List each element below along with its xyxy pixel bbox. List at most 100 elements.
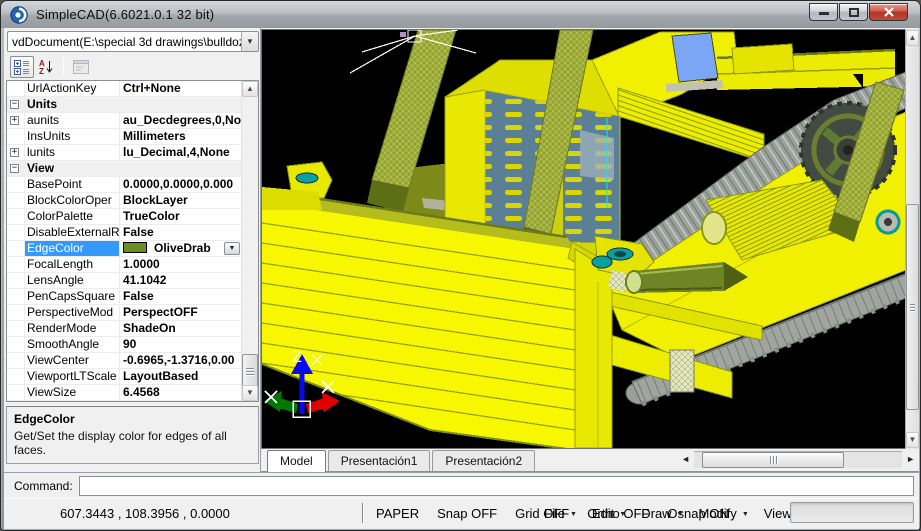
viewport-hscrollbar[interactable] [694,451,902,468]
property-row[interactable]: ViewportLTScaleLayoutBased [7,369,241,385]
axle-boss [877,211,899,233]
property-label[interactable]: ViewCenter [25,353,120,368]
property-label[interactable]: UrlActionKey [25,81,120,96]
property-value[interactable]: TrueColor [120,209,241,224]
categorized-icon [14,59,30,75]
hscroll-right-icon[interactable]: ► [902,449,919,464]
collapse-icon[interactable]: − [10,164,19,173]
property-value[interactable]: 6.4568 [120,385,241,400]
property-row[interactable]: LensAngle41.1042 [7,273,241,289]
property-label[interactable]: InsUnits [25,129,120,144]
property-label[interactable]: FocalLength [25,257,120,272]
property-value[interactable]: OliveDrab▼ [120,241,241,256]
collapse-icon[interactable]: − [10,100,19,109]
property-label[interactable]: LensAngle [25,273,120,288]
row-margin [7,321,25,336]
property-value[interactable]: PerspectOFF [120,305,241,320]
property-label[interactable]: PenCapsSquare [25,289,120,304]
property-value[interactable]: LayoutBased [120,369,241,384]
property-label[interactable]: aunits [25,113,120,128]
menu-modify[interactable]: Modify▼ [699,506,749,521]
tab-model[interactable]: Model [267,450,326,472]
property-row[interactable]: DisableExternalRefeFalse [7,225,241,241]
property-row[interactable]: RenderModeShadeOn [7,321,241,337]
property-value[interactable]: 41.1042 [120,273,241,288]
viewport-3d[interactable]: Z [261,29,907,449]
property-value[interactable]: BlockLayer [120,193,241,208]
menu-draw[interactable]: Draw▼ [641,506,683,521]
property-row[interactable]: BasePoint0.0000,0.0000,0.000 [7,177,241,193]
property-row[interactable]: ViewSize6.4568 [7,385,241,401]
row-margin: + [7,113,25,128]
property-row[interactable]: FocalLength1.0000 [7,257,241,273]
status-toggle-snap-off[interactable]: Snap OFF [437,506,497,521]
property-label[interactable]: EdgeColor [25,241,120,256]
property-row[interactable]: EdgeColorOliveDrab▼ [7,241,241,257]
property-value[interactable]: au_Decdegrees,0,No [120,113,241,128]
property-value[interactable]: 90 [120,337,241,352]
titlebar[interactable]: SimpleCAD(6.6021.0.1 32 bit) [1,1,920,28]
property-label[interactable]: Units [25,97,57,112]
scrollbar-thumb[interactable] [242,354,258,387]
value-dropdown-icon[interactable]: ▼ [224,242,240,255]
property-label[interactable]: PerspectiveMod [25,305,120,320]
category-row[interactable]: −View [7,161,241,177]
viewport-scroll-down-icon[interactable]: ▼ [906,432,919,448]
expand-icon[interactable]: + [10,148,19,157]
property-row[interactable]: + lunitslu_Decimal,4,None [7,145,241,161]
property-label[interactable]: SmoothAngle [25,337,120,352]
scroll-up-icon[interactable]: ▲ [242,81,258,97]
command-input[interactable] [79,476,914,496]
property-row[interactable]: SmoothAngle90 [7,337,241,353]
document-selector[interactable]: vdDocument(E:\special 3d drawings\bulldo… [7,31,259,52]
close-button[interactable] [869,3,908,21]
property-value[interactable]: Ctrl+None [120,81,241,96]
property-label[interactable]: BlockColorOper [25,193,120,208]
viewport-vscrollbar[interactable]: ▲ ▼ [905,29,919,449]
property-label[interactable]: DisableExternalRefe [25,225,120,240]
property-pages-icon [73,60,89,74]
category-row[interactable]: −Units [7,97,241,113]
property-row[interactable]: ColorPaletteTrueColor [7,209,241,225]
property-row[interactable]: + aunitsau_Decdegrees,0,No [7,113,241,129]
property-row[interactable]: ViewCenter-0.6965,-1.3716,0.00 [7,353,241,369]
categorized-view-button[interactable] [10,56,34,78]
property-row[interactable]: InsUnitsMillimeters [7,129,241,145]
tab-presentación2[interactable]: Presentación2 [432,450,535,471]
property-label[interactable]: ColorPalette [25,209,120,224]
hscroll-left-icon[interactable]: ◄ [677,449,694,464]
menu-file[interactable]: File▼ [544,506,577,521]
viewport-vscroll-thumb[interactable] [906,204,919,410]
alphabetical-sort-button[interactable]: A Z [34,56,58,78]
expand-icon[interactable]: + [10,116,19,125]
property-value[interactable]: 1.0000 [120,257,241,272]
tab-presentación1[interactable]: Presentación1 [328,450,431,471]
viewport-scroll-up-icon[interactable]: ▲ [906,30,919,46]
property-label[interactable]: lunits [25,145,120,160]
minimize-button[interactable] [809,3,838,21]
viewport-hscroll-thumb[interactable] [702,452,844,468]
property-label[interactable]: BasePoint [25,177,120,192]
maximize-button[interactable] [839,3,868,21]
scroll-down-icon[interactable]: ▼ [242,385,258,401]
property-pages-button[interactable] [69,56,93,78]
property-value[interactable]: Millimeters [120,129,241,144]
menu-edit[interactable]: Edit▼ [592,506,626,521]
property-label[interactable]: RenderMode [25,321,120,336]
property-value[interactable]: False [120,225,241,240]
property-row[interactable]: UrlActionKeyCtrl+None [7,81,241,97]
property-value[interactable]: False [120,289,241,304]
property-row[interactable]: PenCapsSquareFalse [7,289,241,305]
property-label[interactable]: ViewportLTScale [25,369,120,384]
property-row[interactable]: BlockColorOperBlockLayer [7,193,241,209]
property-grid-scrollbar[interactable]: ▲ ▼ [241,81,258,401]
property-value[interactable]: -0.6965,-1.3716,0.00 [120,353,241,368]
status-toggle-paper[interactable]: PAPER [376,506,419,521]
combo-dropdown-icon[interactable]: ▼ [241,32,258,51]
property-value[interactable]: 0.0000,0.0000,0.000 [120,177,241,192]
property-label[interactable]: View [25,161,54,176]
property-value[interactable]: lu_Decimal,4,None [120,145,241,160]
property-label[interactable]: ViewSize [25,385,120,400]
property-row[interactable]: PerspectiveModPerspectOFF [7,305,241,321]
property-value[interactable]: ShadeOn [120,321,241,336]
